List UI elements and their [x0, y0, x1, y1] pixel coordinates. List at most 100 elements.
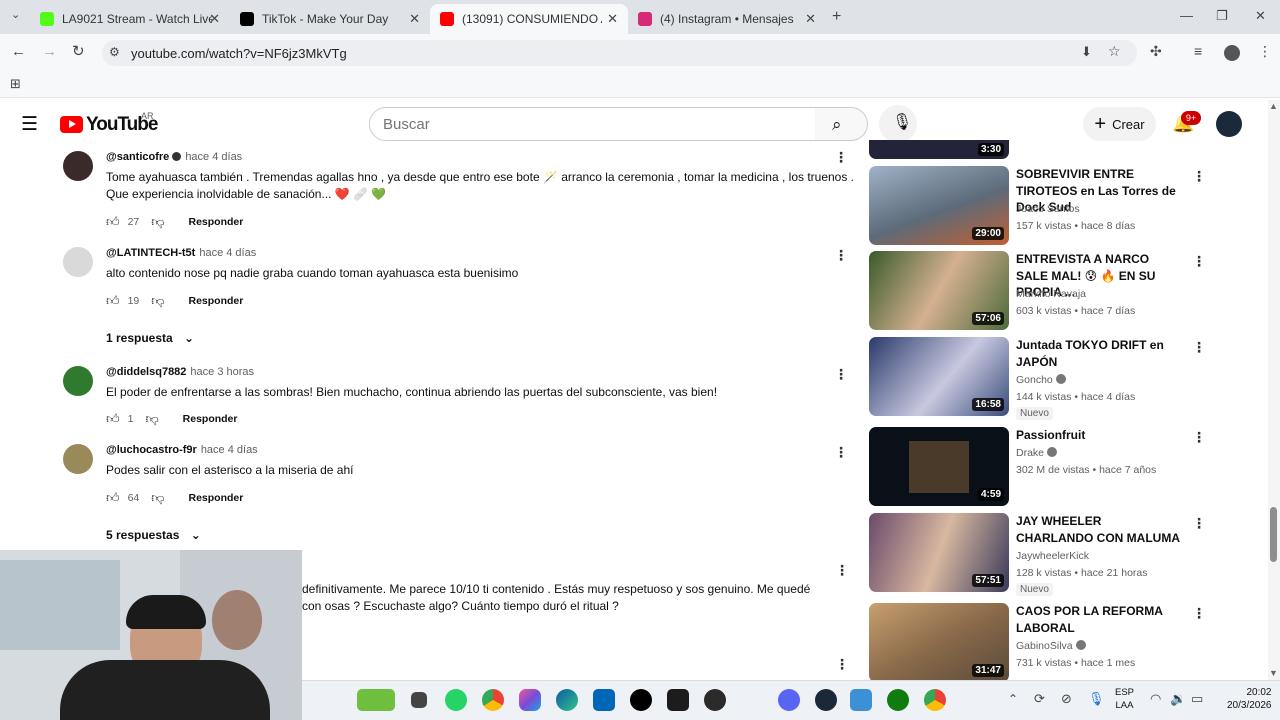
video-thumbnail[interactable]: 31:47 — [869, 603, 1009, 682]
comment-author[interactable]: @LATINTECH-t5t — [106, 247, 195, 259]
video-title[interactable]: CAOS POR LA REFORMA LABORAL — [1016, 603, 1181, 636]
dislike-icon[interactable]: 👎︎ — [151, 490, 164, 506]
commenter-avatar[interactable] — [63, 151, 93, 181]
comment-menu-icon[interactable]: ⋮ — [835, 656, 849, 673]
bookmark-star-icon[interactable]: ☆ — [1108, 44, 1121, 58]
chrome-active-icon[interactable] — [924, 689, 946, 711]
new-tab-icon[interactable]: + — [832, 9, 841, 25]
mic-tray-icon[interactable]: 🎙 — [1088, 692, 1105, 705]
whatsapp-icon[interactable] — [445, 689, 467, 711]
close-tab-icon[interactable]: ✕ — [607, 11, 618, 27]
video-menu-icon[interactable]: ⋮ — [1192, 605, 1206, 622]
apps-grid-icon[interactable]: ⊞ — [10, 77, 21, 90]
media-controls-icon[interactable]: ≡ — [1194, 44, 1202, 58]
like-icon[interactable]: 👍︎ — [106, 214, 120, 230]
reply-button[interactable]: Responder — [183, 413, 238, 425]
video-thumbnail[interactable]: 4:59 — [869, 427, 1009, 506]
voice-search-button[interactable]: 🎙 — [879, 105, 917, 143]
comment-menu-icon[interactable]: ⋮ — [834, 366, 848, 383]
taskbar-clock[interactable]: 20:02 20/3/2026 — [1227, 686, 1272, 712]
taskbar-app-icon[interactable] — [357, 689, 395, 711]
volume-icon[interactable]: 🔉 — [1170, 692, 1186, 705]
comment-time[interactable]: hace 3 horas — [190, 366, 254, 378]
comment-menu-icon[interactable]: ⋮ — [835, 562, 849, 579]
comment-author[interactable]: @santicofre — [106, 151, 169, 163]
tab-youtube[interactable]: (13091) CONSUMIENDO AYAHU ✕ — [430, 4, 628, 34]
channel-name[interactable]: GabinoSilva — [1016, 640, 1073, 652]
search-button[interactable]: ⌕ — [815, 107, 868, 141]
store-icon[interactable] — [593, 689, 615, 711]
reply-button[interactable]: Responder — [188, 216, 243, 228]
video-thumbnail[interactable]: 29:00 — [869, 166, 1009, 245]
file-explorer-icon[interactable] — [411, 692, 427, 708]
reload-icon[interactable]: ↻ — [72, 44, 85, 59]
video-menu-icon[interactable]: ⋮ — [1192, 168, 1206, 185]
like-icon[interactable]: 👍︎ — [106, 293, 120, 309]
comment-menu-icon[interactable]: ⋮ — [834, 247, 848, 264]
video-menu-icon[interactable]: ⋮ — [1192, 253, 1206, 270]
dislike-icon[interactable]: 👎︎ — [151, 214, 164, 230]
video-title[interactable]: JAY WHEELER CHARLANDO CON MALUMA — [1016, 513, 1181, 546]
video-thumbnail[interactable]: 16:58 — [869, 337, 1009, 416]
commenter-avatar[interactable] — [63, 366, 93, 396]
video-menu-icon[interactable]: ⋮ — [1192, 515, 1206, 532]
tab-tiktok[interactable]: TikTok - Make Your Day ✕ — [230, 4, 430, 34]
comment-author[interactable]: @diddelsq7882 — [106, 366, 186, 378]
tab-kick[interactable]: LA9021 Stream - Watch Live on ✕ — [30, 4, 230, 34]
back-icon[interactable]: ← — [11, 44, 26, 59]
input-language[interactable]: ESP LAA — [1115, 686, 1134, 712]
related-video[interactable]: 57:06 ENTREVISTA A NARCO SALE MAL! 😰 🔥 E… — [869, 251, 1209, 331]
video-title[interactable]: Juntada TOKYO DRIFT en JAPÓN — [1016, 337, 1181, 370]
chrome-icon[interactable] — [482, 689, 504, 711]
related-video[interactable]: 57:51 JAY WHEELER CHARLANDO CON MALUMA J… — [869, 513, 1209, 596]
scrollbar-thumb[interactable] — [1270, 507, 1277, 562]
profile-avatar-icon[interactable] — [1224, 45, 1240, 61]
hamburger-menu-icon[interactable]: ☰ — [21, 115, 38, 134]
channel-name[interactable]: Drake — [1016, 447, 1044, 459]
comment-time[interactable]: hace 4 días — [201, 444, 258, 456]
dislike-icon[interactable]: 👎︎ — [145, 411, 158, 427]
tiktok-icon[interactable] — [630, 689, 652, 711]
forward-icon[interactable]: → — [42, 44, 57, 59]
dislike-icon[interactable]: 👎︎ — [151, 293, 164, 309]
channel-name[interactable]: Joaco Santos — [1016, 203, 1080, 215]
view-replies-button[interactable]: 1 respuesta ⌄ — [106, 331, 194, 345]
related-video[interactable]: 29:00 SOBREVIVIR ENTRE TIROTEOS en Las T… — [869, 166, 1209, 246]
related-video[interactable]: 16:58 Juntada TOKYO DRIFT en JAPÓN Gonch… — [869, 337, 1209, 420]
account-avatar[interactable] — [1216, 111, 1242, 137]
channel-name[interactable]: Goncho — [1016, 374, 1053, 386]
site-info-icon[interactable]: ⚙ — [109, 46, 120, 58]
comment-menu-icon[interactable]: ⋮ — [834, 149, 848, 166]
create-button[interactable]: + Crear — [1083, 107, 1156, 141]
wifi-icon[interactable]: ◠ — [1150, 692, 1161, 705]
comment-time[interactable]: hace 4 días — [199, 247, 256, 259]
close-tab-icon[interactable]: ✕ — [209, 11, 220, 27]
commenter-avatar[interactable] — [63, 444, 93, 474]
scroll-up-arrow-icon[interactable]: ▲ — [1269, 102, 1278, 111]
view-replies-button[interactable]: 5 respuestas ⌄ — [106, 528, 201, 542]
video-thumbnail[interactable]: 3:30 — [869, 140, 1009, 159]
like-icon[interactable]: 👍︎ — [106, 411, 120, 427]
extensions-icon[interactable]: ✣ — [1150, 44, 1162, 58]
capcut-icon[interactable] — [667, 689, 689, 711]
xbox-icon[interactable] — [887, 689, 909, 711]
channel-name[interactable]: Markito Navaja — [1016, 288, 1086, 300]
tab-instagram[interactable]: (4) Instagram • Mensajes ✕ — [628, 4, 826, 34]
reply-button[interactable]: Responder — [188, 295, 243, 307]
comment-author[interactable]: @luchocastro-f9r — [106, 444, 197, 456]
video-menu-icon[interactable]: ⋮ — [1192, 339, 1206, 356]
edge-icon[interactable] — [556, 689, 578, 711]
comment-menu-icon[interactable]: ⋮ — [834, 444, 848, 461]
obs-icon[interactable] — [704, 689, 726, 711]
video-thumbnail[interactable]: 57:06 — [869, 251, 1009, 330]
commenter-avatar[interactable] — [63, 247, 93, 277]
like-icon[interactable]: 👍︎ — [106, 490, 120, 506]
close-tab-icon[interactable]: ✕ — [805, 11, 816, 27]
tab-search-icon[interactable]: ⌄ — [11, 10, 20, 21]
discord-icon[interactable] — [778, 689, 800, 711]
maximize-icon[interactable]: ❐ — [1216, 9, 1228, 22]
comment-time[interactable]: hace 4 días — [185, 151, 242, 163]
minimize-icon[interactable]: — — [1180, 9, 1193, 22]
browser-menu-icon[interactable]: ⋮ — [1258, 44, 1272, 58]
photos-icon[interactable] — [850, 689, 872, 711]
